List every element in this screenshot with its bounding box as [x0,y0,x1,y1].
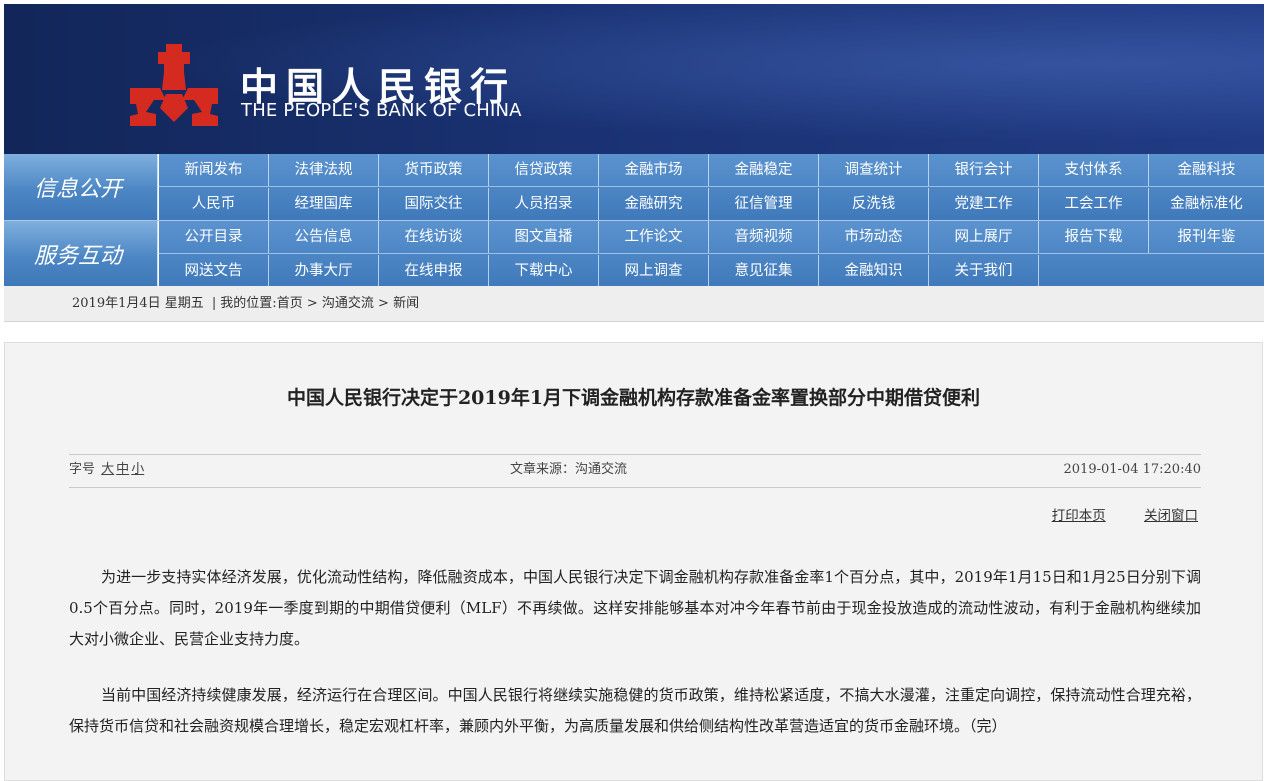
breadcrumb-separator: | [211,296,217,311]
nav-item-rmb[interactable]: 人民币 [159,188,269,220]
nav-item-credit-reference[interactable]: 征信管理 [709,188,819,220]
breadcrumb-arrow: > [378,296,389,311]
main-navigation: 信息公开 新闻发布 法律法规 货币政策 信贷政策 金融市场 金融稳定 调查统计 … [4,154,1264,287]
font-size-label: 字号 [69,462,96,477]
service-interaction-title: 服务互动 [4,221,158,287]
nav-item-financial-markets[interactable]: 金融市场 [599,154,709,186]
nav-item-public-catalog[interactable]: 公开目录 [159,221,269,253]
breadcrumb-inner: 2019年1月4日 星期五 | 我的位置:首页 > 沟通交流 > 新闻 [72,286,419,321]
nav-item-union[interactable]: 工会工作 [1039,188,1149,220]
nav-item-standardization[interactable]: 金融标准化 [1149,188,1264,220]
breadcrumb-news-link[interactable]: 新闻 [393,296,419,311]
nav-item-international[interactable]: 国际交往 [379,188,489,220]
nav-item-online-interviews[interactable]: 在线访谈 [379,221,489,253]
nav-item-audio-video[interactable]: 音频视频 [709,221,819,253]
nav-item-payment-system[interactable]: 支付体系 [1039,154,1149,186]
nav-item-statistics[interactable]: 调查统计 [819,154,929,186]
nav-row-divider [159,253,1264,254]
article-panel: 中国人民银行决定于2019年1月下调金融机构存款准备金率置换部分中期借贷便利 字… [4,342,1263,781]
info-disclosure-nav: 信息公开 新闻发布 法律法规 货币政策 信贷政策 金融市场 金融稳定 调查统计 … [4,154,1264,220]
header-banner: 中国人民银行 THE PEOPLE'S BANK OF CHINA [4,4,1264,154]
nav-item-financial-knowledge[interactable]: 金融知识 [819,255,929,287]
nav-item-live-broadcast[interactable]: 图文直播 [489,221,599,253]
font-size-large-link[interactable]: 大 [101,462,114,477]
font-size-small-link[interactable]: 小 [131,462,144,477]
nav-item-announcements[interactable]: 公告信息 [269,221,379,253]
nav-item-fintech[interactable]: 金融科技 [1149,154,1264,186]
pboc-emblem-icon[interactable] [126,42,222,128]
info-nav-grid: 新闻发布 法律法规 货币政策 信贷政策 金融市场 金融稳定 调查统计 银行会计 … [159,154,1264,220]
breadcrumb-communication-link[interactable]: 沟通交流 [322,296,374,311]
current-date: 2019年1月4日 星期五 [72,296,204,311]
nav-item-market-news[interactable]: 市场动态 [819,221,929,253]
breadcrumb-home-link[interactable]: 首页 [277,296,303,311]
breadcrumb-arrow: > [306,296,318,311]
nav-item-about-us[interactable]: 关于我们 [929,255,1039,287]
nav-item-recruitment[interactable]: 人员招录 [489,188,599,220]
nav-item-yearbooks[interactable]: 报刊年鉴 [1149,221,1264,253]
nav-item-online-documents[interactable]: 网送文告 [159,255,269,287]
nav-item-bank-accounting[interactable]: 银行会计 [929,154,1039,186]
nav-item-treasury[interactable]: 经理国库 [269,188,379,220]
service-nav-grid: 公开目录 公告信息 在线访谈 图文直播 工作论文 音频视频 市场动态 网上展厅 … [159,221,1264,287]
nav-item-news[interactable]: 新闻发布 [159,154,269,186]
article-paragraph: 为进一步支持实体经济发展，优化流动性结构，降低融资成本，中国人民银行决定下调金融… [69,568,1201,648]
nav-item-online-filing[interactable]: 在线申报 [379,255,489,287]
nav-item-working-papers[interactable]: 工作论文 [599,221,709,253]
font-size-controls: 字号 大中小 [69,455,144,485]
print-page-link[interactable]: 打印本页 [1052,508,1106,524]
article-title: 中国人民银行决定于2019年1月下调金融机构存款准备金率置换部分中期借贷便利 [286,387,981,409]
nav-item-party-building[interactable]: 党建工作 [929,188,1039,220]
nav-row-divider [159,186,1264,187]
breadcrumb-location-label: 我的位置: [220,296,277,311]
nav-item-anti-money-laundering[interactable]: 反洗钱 [819,188,929,220]
nav-item-online-exhibition[interactable]: 网上展厅 [929,221,1039,253]
service-interaction-nav: 服务互动 公开目录 公告信息 在线访谈 图文直播 工作论文 音频视频 市场动态 … [4,220,1264,287]
font-size-medium-link[interactable]: 中 [116,462,129,477]
nav-item-download-center[interactable]: 下载中心 [489,255,599,287]
close-window-link[interactable]: 关闭窗口 [1144,508,1198,524]
nav-item-report-download[interactable]: 报告下载 [1039,221,1149,253]
nav-item-opinion-collection[interactable]: 意见征集 [709,255,819,287]
nav-item-monetary-policy[interactable]: 货币政策 [379,154,489,186]
article-source: 文章来源：沟通交流 [510,462,628,477]
nav-item-credit-policy[interactable]: 信贷政策 [489,154,599,186]
nav-item-online-survey[interactable]: 网上调查 [599,255,709,287]
nav-item-research[interactable]: 金融研究 [599,188,709,220]
article-meta: 字号 大中小 文章来源：沟通交流 2019-01-04 17:20:40 [69,454,1201,488]
article-datetime: 2019-01-04 17:20:40 [1063,462,1201,477]
nav-item-laws[interactable]: 法律法规 [269,154,379,186]
info-disclosure-title: 信息公开 [4,154,158,220]
article-tools: 打印本页 关闭窗口 [1018,504,1198,524]
nav-item-service-hall[interactable]: 办事大厅 [269,255,379,287]
article-paragraph: 当前中国经济持续健康发展，经济运行在合理区间。中国人民银行将继续实施稳健的货币政… [69,686,1201,735]
logo-english-name[interactable]: THE PEOPLE'S BANK OF CHINA [241,100,522,121]
nav-item-financial-stability[interactable]: 金融稳定 [709,154,819,186]
breadcrumb: 2019年1月4日 星期五 | 我的位置:首页 > 沟通交流 > 新闻 [4,286,1264,322]
